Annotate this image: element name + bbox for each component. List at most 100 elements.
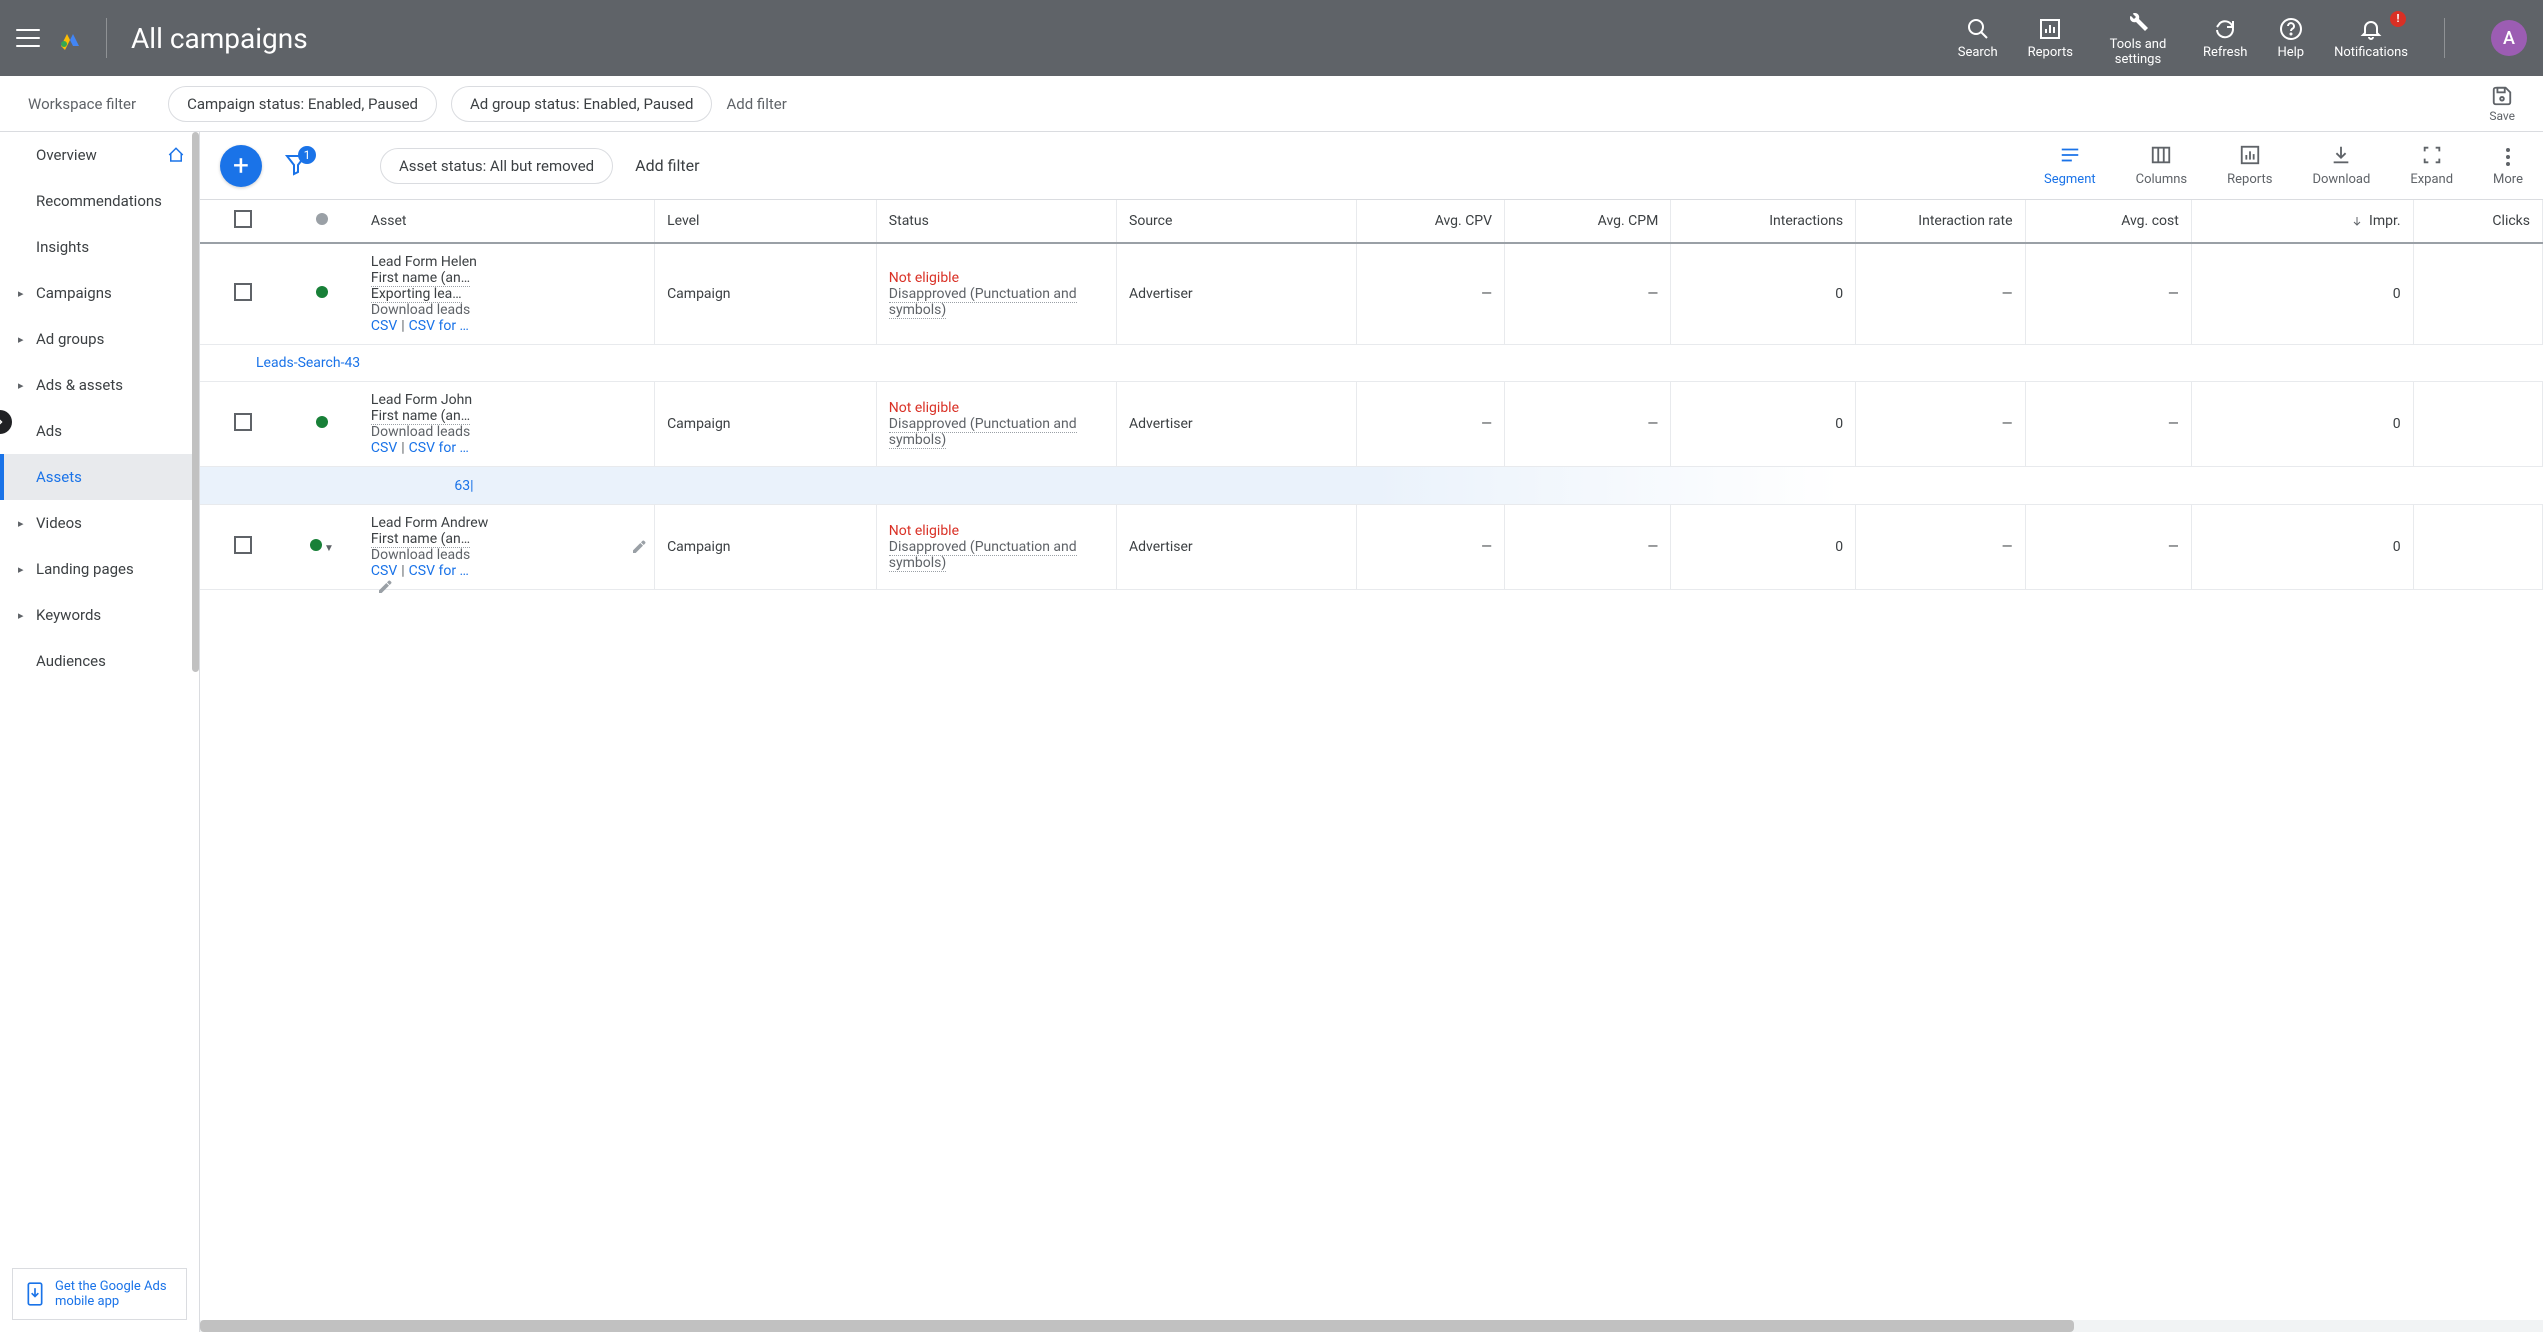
more-button[interactable]: More [2493, 144, 2523, 187]
download-label: Download [2312, 172, 2370, 187]
asset-cell: Lead Form JohnFirst name (an…Download le… [359, 382, 655, 467]
row-checkbox[interactable] [200, 505, 285, 590]
save-button[interactable]: Save [2489, 85, 2515, 123]
col-asset[interactable]: Asset [359, 200, 655, 243]
divider [2444, 18, 2445, 58]
filter-chip-campaign-status[interactable]: Campaign status: Enabled, Paused [168, 86, 437, 122]
reports-tool-button[interactable]: Reports [2227, 144, 2272, 187]
sidebar-item-ads-assets[interactable]: Ads & assets [0, 362, 199, 408]
add-filter-toolbar[interactable]: Add filter [635, 156, 699, 175]
mobile-app-promo[interactable]: Get the Google Ads mobile app [12, 1268, 187, 1320]
sidebar-item-videos[interactable]: Videos [0, 500, 199, 546]
sidebar-item-assets[interactable]: Assets [0, 454, 199, 500]
tools-button[interactable]: Tools and settings [2103, 9, 2173, 67]
add-filter-button[interactable]: Add filter [726, 95, 786, 113]
csv-link[interactable]: CSV [371, 318, 397, 334]
edit-icon[interactable] [631, 539, 647, 555]
col-clicks[interactable]: Clicks [2413, 200, 2542, 243]
menu-icon[interactable] [16, 26, 40, 50]
segment-button[interactable]: Segment [2044, 144, 2096, 187]
sidebar-item-landing-pages[interactable]: Landing pages [0, 546, 199, 592]
scroll-thumb[interactable] [200, 1320, 2074, 1332]
checkbox-icon [234, 210, 252, 228]
csv-for-link[interactable]: CSV for … [409, 318, 469, 334]
edit-icon[interactable] [377, 579, 393, 595]
content: + 1 Asset status: All but removed Add fi… [200, 132, 2543, 1332]
interaction-rate-cell: — [1856, 505, 2025, 590]
csv-for-link[interactable]: CSV for … [409, 440, 469, 456]
sidebar-item-recommendations[interactable]: Recommendations [0, 178, 199, 224]
interaction-rate-cell: — [1856, 243, 2025, 345]
search-button[interactable]: Search [1958, 17, 1998, 60]
status-cell: Not eligibleDisapproved (Punctuation and… [876, 382, 1116, 467]
col-impr[interactable]: Impr. [2191, 200, 2413, 243]
main-area: Overview Recommendations Insights Campai… [0, 132, 2543, 1332]
download-button[interactable]: Download [2312, 144, 2370, 187]
col-status[interactable]: Status [876, 200, 1116, 243]
sidebar-item-ads[interactable]: Ads [0, 408, 199, 454]
chevron-down-icon: ▼ [324, 543, 334, 554]
refresh-button[interactable]: Refresh [2203, 17, 2247, 60]
table-row: Lead Form JohnFirst name (an…Download le… [200, 382, 2543, 467]
row-status-dot[interactable] [285, 243, 359, 345]
col-level[interactable]: Level [655, 200, 877, 243]
col-interactions[interactable]: Interactions [1671, 200, 1856, 243]
row-status-dot[interactable] [285, 382, 359, 467]
expand-label: Expand [2410, 172, 2453, 187]
notifications-button[interactable]: ! Notifications [2334, 17, 2408, 60]
avatar[interactable]: A [2491, 20, 2527, 56]
add-asset-button[interactable]: + [220, 145, 262, 187]
expand-button[interactable]: Expand [2410, 144, 2453, 187]
col-source[interactable]: Source [1117, 200, 1357, 243]
assets-table-wrap[interactable]: Asset Level Status Source Avg. CPV Avg. … [200, 199, 2543, 1320]
col-interaction-rate[interactable]: Interaction rate [1856, 200, 2025, 243]
save-label: Save [2489, 109, 2515, 123]
level-cell: Campaign [655, 505, 877, 590]
clicks-cell [2413, 382, 2542, 467]
col-avg-cpm[interactable]: Avg. CPM [1505, 200, 1671, 243]
help-button[interactable]: Help [2277, 17, 2304, 60]
group-row[interactable]: ████████████████████63| [200, 467, 2543, 505]
horizontal-scrollbar[interactable] [200, 1320, 2543, 1332]
interactions-cell: 0 [1671, 382, 1856, 467]
sidebar: Overview Recommendations Insights Campai… [0, 132, 200, 1332]
csv-for-link[interactable]: CSV for … [409, 563, 469, 579]
page-title: All campaigns [131, 22, 308, 55]
reports-tool-label: Reports [2227, 172, 2272, 187]
promo-text: Get the Google Ads mobile app [55, 1279, 174, 1309]
sidebar-item-adgroups[interactable]: Ad groups [0, 316, 199, 362]
sidebar-scrollbar[interactable] [192, 132, 199, 672]
filter-chip-adgroup-status[interactable]: Ad group status: Enabled, Paused [451, 86, 712, 122]
row-checkbox[interactable] [200, 382, 285, 467]
sidebar-item-audiences[interactable]: Audiences [0, 638, 199, 684]
sidebar-item-keywords[interactable]: Keywords [0, 592, 199, 638]
sidebar-item-insights[interactable]: Insights [0, 224, 199, 270]
select-all-header[interactable] [200, 200, 285, 243]
avg-cost-cell: — [2025, 243, 2191, 345]
asset-cell: Lead Form HelenFirst name (an…Exporting … [359, 243, 655, 345]
asset-status-filter-chip[interactable]: Asset status: All but removed [380, 148, 613, 184]
interactions-cell: 0 [1671, 505, 1856, 590]
col-avg-cost[interactable]: Avg. cost [2025, 200, 2191, 243]
col-avg-cpv[interactable]: Avg. CPV [1357, 200, 1505, 243]
filter-icon-button[interactable]: 1 [284, 152, 308, 180]
sidebar-label: Keywords [36, 606, 101, 624]
csv-link[interactable]: CSV [371, 440, 397, 456]
status-dot-header[interactable] [285, 200, 359, 243]
sidebar-item-campaigns[interactable]: Campaigns [0, 270, 199, 316]
sidebar-item-overview[interactable]: Overview [0, 132, 199, 178]
segment-label: Segment [2044, 172, 2096, 187]
columns-button[interactable]: Columns [2136, 144, 2188, 187]
reports-button[interactable]: Reports [2028, 17, 2073, 60]
impr-cell: 0 [2191, 382, 2413, 467]
home-icon [167, 146, 185, 164]
row-status-dot[interactable]: ▼ [285, 505, 359, 590]
group-row[interactable]: Leads-Search-43 [200, 345, 2543, 382]
google-ads-logo[interactable] [58, 26, 82, 50]
sort-down-icon [2351, 215, 2363, 227]
asset-cell: Lead Form AndrewFirst name (an…Download … [359, 505, 655, 590]
row-checkbox[interactable] [200, 243, 285, 345]
assets-table: Asset Level Status Source Avg. CPV Avg. … [200, 200, 2543, 590]
avg-cpm-cell: — [1505, 382, 1671, 467]
csv-link[interactable]: CSV [371, 563, 397, 579]
